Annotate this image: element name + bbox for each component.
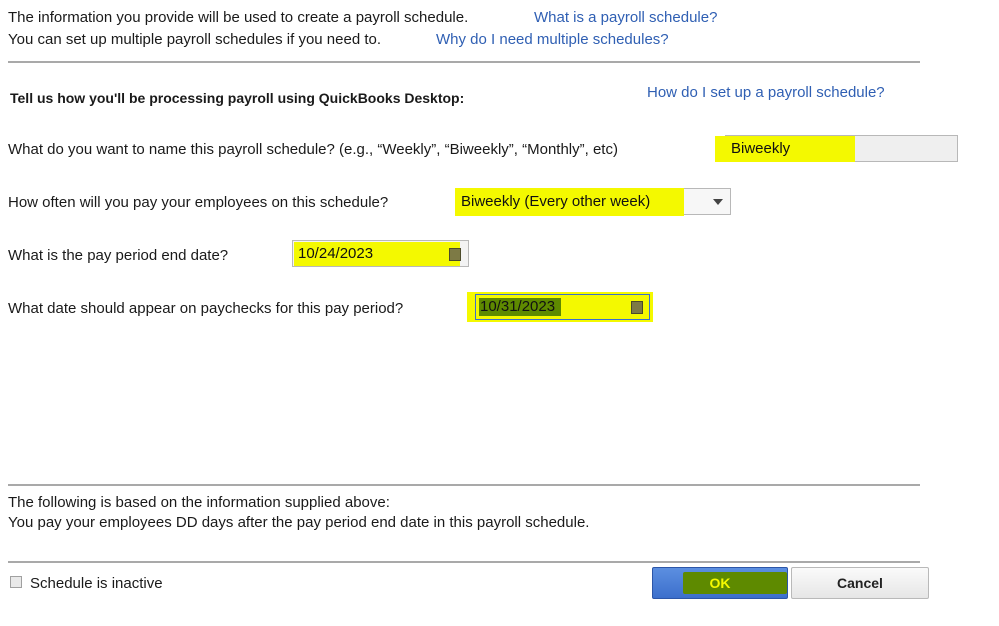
what-is-payroll-schedule-link[interactable]: What is a payroll schedule? [534, 9, 717, 27]
calendar-icon[interactable] [631, 301, 643, 314]
calendar-icon[interactable] [449, 248, 461, 261]
pay-frequency-dropdown[interactable]: Biweekly (Every other week) [455, 188, 731, 216]
schedule-name-input[interactable]: Biweekly [715, 135, 958, 162]
schedule-name-value: Biweekly [731, 140, 791, 157]
cancel-button[interactable]: Cancel [791, 567, 929, 599]
ok-highlight [683, 572, 787, 594]
divider-top [8, 61, 920, 63]
period-end-date-value: 10/24/2023 [298, 245, 374, 262]
pay-frequency-value: Biweekly (Every other week) [461, 193, 651, 210]
dropdown-caret-icon[interactable] [713, 199, 723, 205]
intro-line-1: The information you provide will be used… [8, 9, 469, 26]
period-end-date-input[interactable]: 10/24/2023 [292, 240, 469, 267]
intro-line-2: You can set up multiple payroll schedule… [8, 31, 382, 48]
how-to-set-up-link[interactable]: How do I set up a payroll schedule? [647, 84, 885, 102]
schedule-name-label: What do you want to name this payroll sc… [8, 141, 618, 158]
pay-frequency-label: How often will you pay your employees on… [8, 194, 389, 211]
period-end-date-label: What is the pay period end date? [8, 247, 229, 264]
divider-middle [8, 484, 920, 486]
schedule-inactive-label[interactable]: Schedule is inactive [30, 575, 163, 593]
why-multiple-schedules-link[interactable]: Why do I need multiple schedules? [436, 31, 669, 49]
ok-button[interactable]: OK [652, 567, 788, 599]
summary-line-2: You pay your employees DD days after the… [8, 514, 590, 531]
paycheck-date-label: What date should appear on paychecks for… [8, 300, 404, 317]
checkbox-icon[interactable] [10, 576, 22, 588]
paycheck-date-input[interactable]: 10/31/2023 [475, 294, 650, 320]
cancel-button-label: Cancel [837, 575, 883, 591]
divider-bottom [8, 561, 920, 563]
section-heading: Tell us how you'll be processing payroll… [10, 90, 465, 106]
ok-button-label: OK [709, 575, 731, 591]
summary-line-1: The following is based on the informatio… [8, 494, 390, 511]
paycheck-date-value: 10/31/2023 [480, 298, 556, 315]
